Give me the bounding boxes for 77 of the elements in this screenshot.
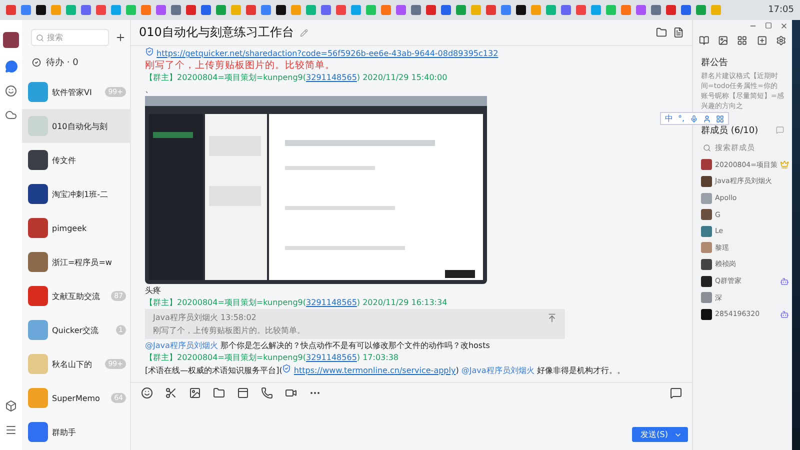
- message-time: ) 17:03:38: [356, 353, 399, 362]
- user-icon[interactable]: [702, 114, 711, 122]
- sender-name: 20200804=项目策划=kunpeng9(: [177, 73, 306, 82]
- mention-link[interactable]: @Java程序员刘烟火: [145, 341, 218, 350]
- video-icon[interactable]: [285, 386, 297, 398]
- sender-name: 20200804=项目策划=kunpeng9(: [177, 353, 306, 362]
- ime-punctuation[interactable]: °,: [678, 114, 685, 123]
- edit-icon[interactable]: [300, 28, 308, 36]
- message-text: 好像非得是机构才行。。: [536, 366, 625, 375]
- sender-role: 【群主】: [145, 353, 177, 362]
- todo-label[interactable]: 待办 · 0: [46, 56, 78, 69]
- search-icon: [703, 144, 711, 152]
- settings-icon[interactable]: [776, 35, 786, 46]
- message-text: [术语在线—权威的术语知识服务平台](: [145, 366, 282, 375]
- image-icon[interactable]: [718, 35, 728, 46]
- maximize-icon[interactable]: [765, 22, 772, 29]
- message-text: 那个你是怎么解决的？快点动作不是有可以修改那个文件的动作吗？改hosts: [219, 341, 490, 350]
- clock-time: 17:05: [768, 5, 794, 15]
- qq-number-link[interactable]: 3291148565: [306, 298, 357, 307]
- close-icon[interactable]: [780, 22, 788, 30]
- image-icon[interactable]: [189, 386, 201, 398]
- message-text: 、: [145, 84, 153, 95]
- scissors-icon[interactable]: [165, 386, 177, 398]
- user-avatar[interactable]: [3, 32, 19, 48]
- book-icon[interactable]: [699, 35, 710, 46]
- qq-number-link[interactable]: 3291148565: [306, 353, 357, 362]
- quote-author: Java程序员刘烟火: [153, 313, 218, 322]
- message-text: ): [456, 366, 459, 375]
- chat-list-item[interactable]: 浙江=程序员=w: [22, 245, 130, 279]
- add-icon[interactable]: [115, 32, 126, 43]
- search-icon: [36, 34, 44, 42]
- ime-mode[interactable]: 中: [665, 113, 673, 124]
- message-time: ) 2020/11/29 15:40:00: [356, 73, 448, 82]
- document-icon[interactable]: [673, 27, 684, 38]
- grid-icon[interactable]: [716, 114, 724, 122]
- chat-list-item[interactable]: pimgeek: [22, 211, 130, 245]
- message-time: ) 2020/11/29 16:13:34: [356, 298, 448, 307]
- check-circle-icon[interactable]: [32, 58, 41, 67]
- bot-icon: [780, 276, 789, 286]
- link[interactable]: https://www.termonline.cn/service-apply: [294, 366, 456, 375]
- grid-icon[interactable]: [737, 35, 748, 46]
- phone-icon[interactable]: [261, 386, 273, 398]
- sender-name: 20200804=项目策划=kunpeng9(: [177, 298, 306, 307]
- chat-list-item[interactable]: 群助手: [22, 415, 130, 449]
- cloud-icon[interactable]: [5, 109, 17, 121]
- emoji-icon[interactable]: [141, 386, 153, 398]
- chat-list-item[interactable]: 010自动化与刻: [22, 109, 130, 143]
- add-icon[interactable]: [756, 35, 767, 46]
- cube-icon[interactable]: [5, 400, 17, 412]
- contacts-icon[interactable]: [5, 85, 17, 97]
- crown-icon: [780, 160, 789, 170]
- chat-title: 010自动化与刻意练习工作台: [139, 24, 294, 41]
- panel-title: 群公告: [701, 56, 728, 69]
- message-history-icon[interactable]: [670, 386, 682, 398]
- jump-up-icon[interactable]: [547, 313, 557, 323]
- message-text: 头疼: [145, 285, 161, 296]
- menu-icon[interactable]: [5, 424, 17, 436]
- folder-icon[interactable]: [213, 386, 225, 398]
- search-field[interactable]: 搜索: [31, 29, 109, 46]
- qq-number-link[interactable]: 3291148565: [306, 73, 357, 82]
- bot-icon: [780, 310, 789, 319]
- quote-time: 13:58:02: [220, 313, 256, 322]
- shield-icon: [282, 364, 292, 373]
- chat-list-item[interactable]: 传文件: [22, 143, 130, 177]
- message-text: 刚写了个，上传剪贴板图片的。比较简单。: [145, 60, 335, 71]
- chat-icon[interactable]: [4, 60, 18, 73]
- panel-title: 群成员 (6/10): [701, 124, 758, 137]
- chat-list-item[interactable]: 淘宝冲刺1班-二: [22, 177, 130, 211]
- mention-link[interactable]: @Java程序员刘烟火: [461, 366, 534, 375]
- folder-icon[interactable]: [656, 27, 667, 38]
- sender-role: 【群主】: [145, 73, 177, 82]
- quote-text: 刚写了个，上传剪贴板图片的。比较简单。: [153, 325, 306, 336]
- sender-role: 【群主】: [145, 298, 177, 307]
- link[interactable]: https://getquicker.net/sharedaction?code=56f5926b-ee6e-43ab-9644-08d89395c132: [156, 49, 498, 58]
- shield-icon: [145, 47, 154, 56]
- microphone-icon[interactable]: [690, 114, 698, 122]
- send-button[interactable]: 发送(S): [632, 427, 688, 442]
